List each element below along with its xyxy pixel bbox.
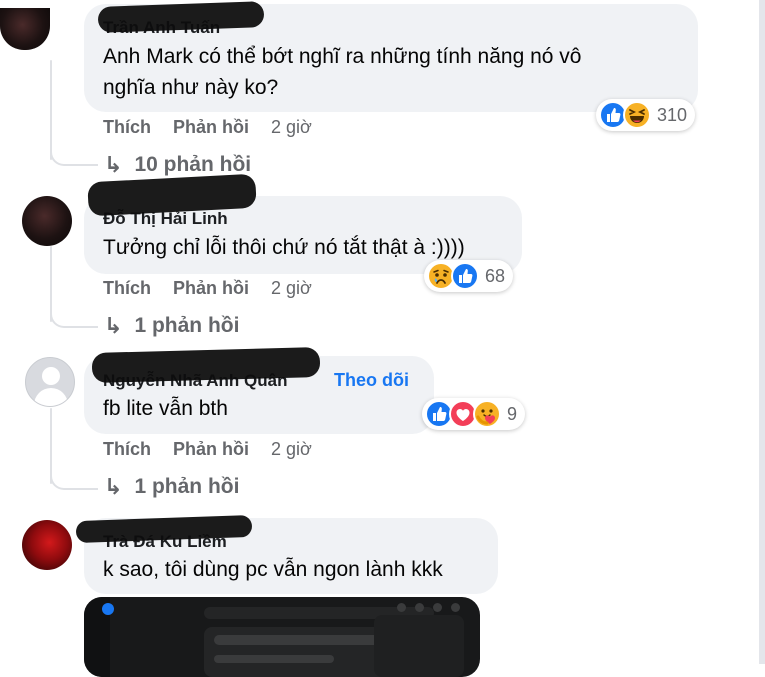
redaction-scribble <box>97 1 265 33</box>
like-button[interactable]: Thích <box>103 439 151 460</box>
avatar[interactable] <box>0 8 50 50</box>
comment-actions: Thích Phản hồi 2 giờ <box>103 439 312 460</box>
comment-timestamp[interactable]: 2 giờ <box>271 117 312 138</box>
haha-icon <box>623 101 651 129</box>
default-avatar-body <box>34 388 68 406</box>
comment-actions: Thích Phản hồi 2 giờ <box>103 278 312 299</box>
like-icon <box>451 262 479 290</box>
default-avatar-head <box>42 367 60 385</box>
comment-timestamp[interactable]: 2 giờ <box>271 439 312 460</box>
comment-photo-attachment[interactable] <box>84 597 480 677</box>
avatar[interactable] <box>25 357 75 407</box>
care-icon <box>473 400 501 428</box>
redaction-scribble <box>91 347 321 383</box>
reply-button[interactable]: Phản hồi <box>173 278 249 299</box>
facebook-logo-icon <box>102 603 114 615</box>
avatar[interactable] <box>22 196 72 246</box>
view-replies-link[interactable]: ↳ 1 phản hồi <box>104 474 239 500</box>
reply-arrow-icon: ↳ <box>104 313 123 338</box>
avatar[interactable] <box>22 520 72 570</box>
reaction-count: 68 <box>485 265 506 286</box>
reaction-summary[interactable]: 310 <box>596 99 696 131</box>
comment-actions: Thích Phản hồi 2 giờ <box>103 117 312 138</box>
replies-count-label: 1 phản hồi <box>134 314 240 337</box>
reply-arrow-icon: ↳ <box>104 474 123 499</box>
photo-side-panel <box>374 615 464 677</box>
reaction-summary[interactable]: 68 <box>424 260 514 292</box>
comment-bubble: Trà Đá Ku Liềm k sao, tôi dùng pc vẫn ng… <box>75 514 498 594</box>
comment-text: k sao, tôi dùng pc vẫn ngon lành kkk <box>103 558 443 581</box>
replies-count-label: 10 phản hồi <box>134 153 252 176</box>
comment-text: nghĩa như này ko? <box>103 76 279 99</box>
thread-connector <box>50 142 98 166</box>
view-replies-link[interactable]: ↳ 1 phản hồi <box>104 313 239 339</box>
comment-bubble: Nguyễn Nhã Anh Quân Theo dõi fb lite vẫn… <box>84 347 434 434</box>
thread-connector <box>50 466 98 490</box>
thread-connector <box>50 304 98 328</box>
replies-count-label: 1 phản hồi <box>134 475 240 498</box>
comment-text: Anh Mark có thể bớt nghĩ ra những tính n… <box>103 45 582 68</box>
reaction-count: 9 <box>507 403 518 424</box>
reply-button[interactable]: Phản hồi <box>173 439 249 460</box>
window-edge <box>759 0 765 664</box>
reaction-summary[interactable]: 9 <box>422 398 526 430</box>
photo-toolbar-dots <box>397 603 460 612</box>
reply-button[interactable]: Phản hồi <box>173 117 249 138</box>
redaction-scribble <box>87 173 257 217</box>
reply-arrow-icon: ↳ <box>104 152 123 177</box>
follow-link[interactable]: Theo dõi <box>334 370 409 391</box>
comment-bubble: Trần Anh Tuấn Anh Mark có thể bớt nghĩ r… <box>84 1 698 112</box>
like-button[interactable]: Thích <box>103 117 151 138</box>
like-button[interactable]: Thích <box>103 278 151 299</box>
comment-text: fb lite vẫn bth <box>103 397 228 420</box>
reaction-count: 310 <box>657 104 688 125</box>
comment-timestamp[interactable]: 2 giờ <box>271 278 312 299</box>
comment-text: Tưởng chỉ lỗi thôi chứ nó tắt thật à :))… <box>103 236 465 259</box>
